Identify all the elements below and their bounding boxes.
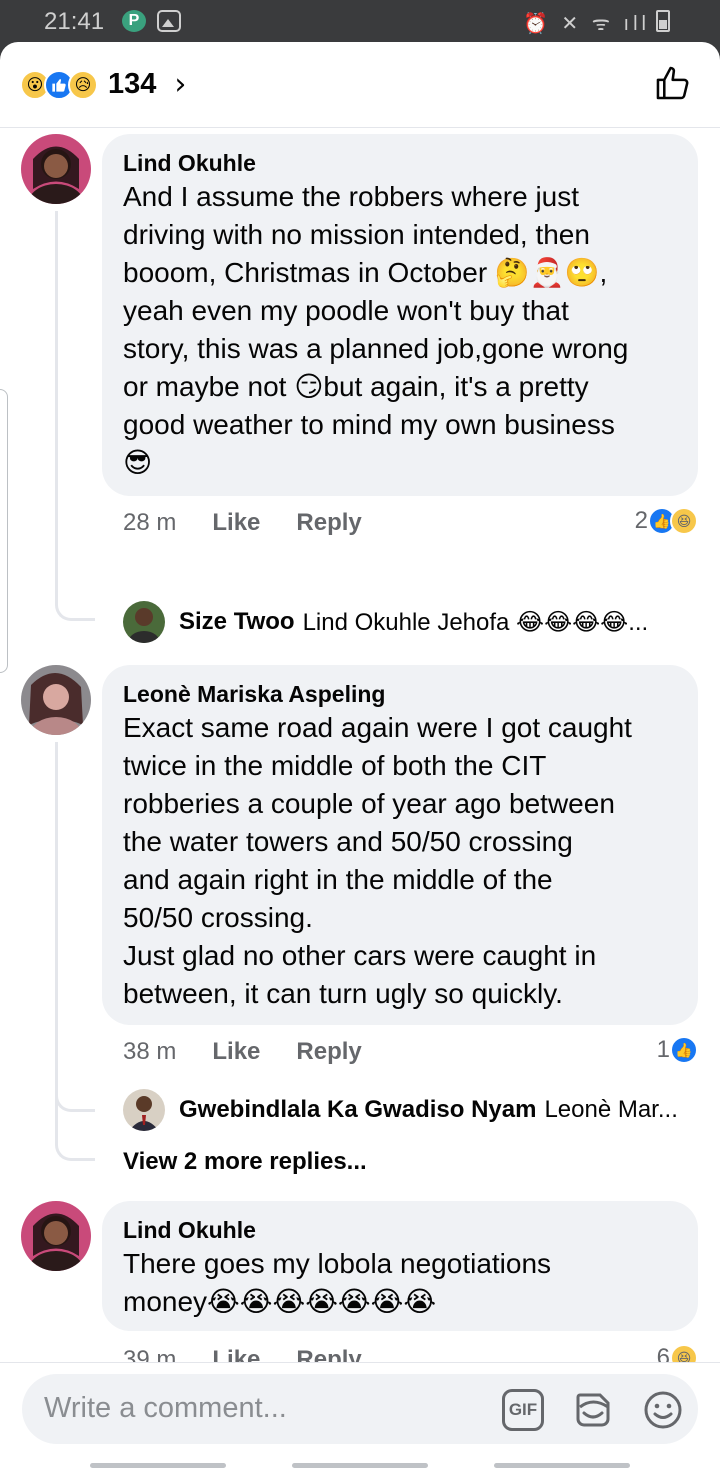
comment-author[interactable]: Lind Okuhle (123, 148, 676, 178)
comment-time[interactable]: 38 m (123, 1038, 176, 1066)
sad-reaction-icon: 😥 (68, 69, 98, 100)
comment-bubble[interactable]: Lind Okuhle And I assume the robbers whe… (102, 134, 698, 496)
gallery-notification-icon (157, 10, 181, 32)
comment-input[interactable]: Write a comment... GIF (22, 1374, 698, 1444)
reply-link[interactable]: Reply (296, 1038, 361, 1066)
reply-link[interactable]: Reply (296, 509, 361, 537)
like-reaction-icon: 👍 (670, 1036, 698, 1064)
avatar[interactable] (21, 134, 91, 204)
like-button-icon[interactable] (654, 64, 692, 102)
nav-indicator (292, 1463, 428, 1468)
thread-line (55, 742, 58, 1102)
reactions-header: 😮 😥 134 › (0, 42, 720, 128)
avatar[interactable] (21, 1201, 91, 1271)
comment-text: There goes my lobola negotiations money😭… (123, 1248, 552, 1317)
comment-composer: Write a comment... GIF (0, 1362, 720, 1480)
comment-reaction-count: 1 (656, 1036, 670, 1063)
parking-app-icon: P (122, 10, 146, 32)
reply-preview[interactable]: Size Twoo Lind Okuhle Jehofa 😂😂😂😂... (123, 601, 648, 643)
nav-indicator (494, 1463, 630, 1468)
reactions-summary[interactable]: 😮 😥 134 › (20, 67, 186, 102)
view-more-replies-link[interactable]: View 2 more replies... (123, 1148, 367, 1176)
status-time: 21:41 (44, 8, 105, 35)
comment-text: And I assume the robbers where just driv… (123, 181, 629, 478)
avatar[interactable] (21, 665, 91, 735)
comment-reaction-count: 2 (634, 507, 648, 534)
sticker-icon[interactable] (572, 1389, 614, 1431)
like-link[interactable]: Like (212, 1038, 260, 1066)
comment-author[interactable]: Lind Okuhle (123, 1215, 676, 1245)
gif-icon[interactable]: GIF (502, 1389, 544, 1431)
comment-bubble[interactable]: Leonè Mariska Aspeling Exact same road a… (102, 665, 698, 1025)
comment-actions: 28 m Like Reply (123, 509, 362, 537)
comment-actions: 38 m Like Reply (123, 1038, 362, 1066)
status-bar: 21:41 P ⏰ ✕ ᯤ ıll (0, 0, 720, 42)
battery-icon (656, 10, 670, 32)
thread-connector (55, 549, 95, 621)
reply-author: Gwebindlala Ka Gwadiso Nyam (179, 1096, 537, 1123)
thread-line (55, 211, 58, 571)
comments-sheet: 😮 😥 134 › Lind Okuhle And I assume the r… (0, 42, 720, 1480)
like-link[interactable]: Like (212, 509, 260, 537)
comment-text: Exact same road again were I got caught … (123, 712, 632, 1009)
reply-text: Lind Okuhle Jehofa 😂😂😂😂... (302, 608, 649, 636)
avatar[interactable] (123, 1089, 165, 1131)
comment-author[interactable]: Leonè Mariska Aspeling (123, 679, 676, 709)
avatar[interactable] (123, 601, 165, 643)
reply-text: Leonè Mar... (544, 1096, 678, 1123)
thread-connector (55, 1084, 95, 1161)
reply-preview[interactable]: Gwebindlala Ka Gwadiso Nyam Leonè Mar... (123, 1089, 678, 1131)
system-status-icons: ⏰ ✕ ᯤ ıll (522, 13, 650, 35)
chevron-right-icon[interactable]: › (174, 67, 186, 102)
comment-reactions[interactable]: 2 👍 😆 (635, 507, 698, 535)
emoji-icon[interactable] (642, 1389, 684, 1431)
comment-placeholder: Write a comment... (44, 1392, 287, 1424)
comment-time[interactable]: 28 m (123, 509, 176, 537)
side-scroll-tab (0, 389, 8, 673)
nav-indicator (90, 1463, 226, 1468)
reply-author: Size Twoo (179, 608, 295, 635)
comment-bubble[interactable]: Lind Okuhle There goes my lobola negotia… (102, 1201, 698, 1331)
reaction-count: 134 (108, 68, 157, 100)
comment-reactions[interactable]: 1 👍 (657, 1036, 698, 1064)
haha-reaction-icon: 😆 (670, 507, 698, 535)
